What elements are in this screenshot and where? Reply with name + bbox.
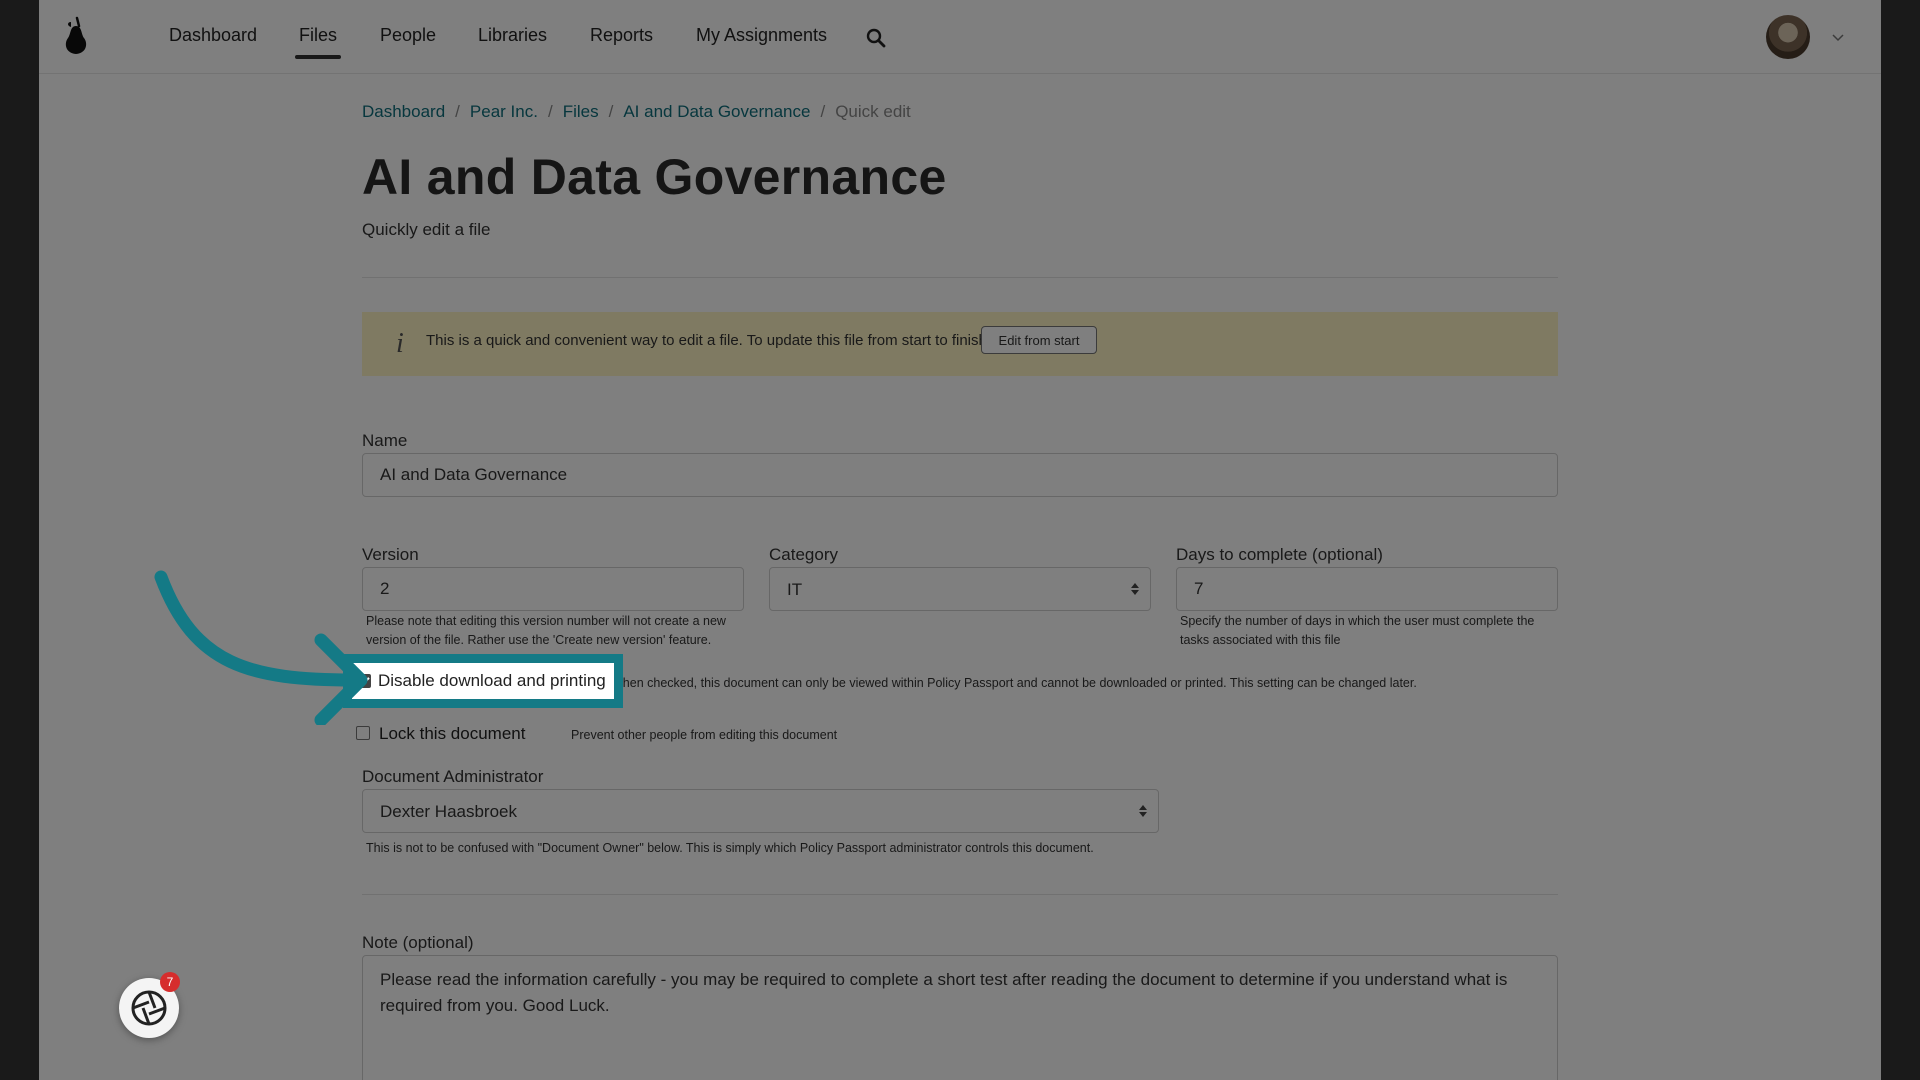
- note-label: Note (optional): [362, 933, 474, 952]
- breadcrumb-dashboard[interactable]: Dashboard: [362, 102, 445, 121]
- updown-arrows-icon: [1139, 805, 1147, 817]
- info-banner: i This is a quick and convenient way to …: [362, 312, 1558, 376]
- days-help-line: tasks associated with this file: [1180, 633, 1341, 647]
- notification-badge: 7: [160, 972, 180, 992]
- admin-value: Dexter Haasbroek: [380, 802, 518, 821]
- breadcrumb-separator: /: [455, 102, 460, 121]
- days-help-line: Specify the number of days in which the …: [1180, 614, 1535, 628]
- divider: [362, 277, 1558, 278]
- pointer-arrow-icon: [154, 570, 368, 725]
- divider: [362, 894, 1558, 895]
- nav-reports[interactable]: Reports: [590, 25, 653, 46]
- category-label: Category: [769, 545, 838, 564]
- breadcrumb: Dashboard / Pear Inc. / Files / AI and Data Go…: [362, 102, 911, 122]
- app-page: Dashboard Files People Libraries Reports…: [39, 0, 1881, 1080]
- breadcrumb-pear-inc[interactable]: Pear Inc.: [470, 102, 538, 121]
- breadcrumb-separator: /: [820, 102, 826, 121]
- lock-document-label[interactable]: Lock this document: [379, 724, 525, 744]
- admin-label: Document Administrator: [362, 767, 544, 786]
- days-label: Days to complete (optional): [1176, 545, 1383, 564]
- category-select[interactable]: IT: [769, 567, 1151, 611]
- version-label: Version: [362, 545, 419, 564]
- nav-dashboard[interactable]: Dashboard: [169, 25, 257, 46]
- lock-document-checkbox[interactable]: [356, 726, 370, 740]
- version-help: Please note that editing this version nu…: [366, 612, 726, 650]
- spotlight-inner: Disable download and printing: [352, 663, 614, 699]
- admin-help: This is not to be confused with "Documen…: [366, 841, 1094, 855]
- lock-document-help: Prevent other people from editing this d…: [571, 728, 838, 742]
- admin-select[interactable]: Dexter Haasbroek: [362, 789, 1159, 833]
- category-value: IT: [787, 580, 803, 599]
- nav-my-assignments[interactable]: My Assignments: [696, 25, 827, 46]
- nav-files[interactable]: Files: [294, 25, 342, 59]
- version-help-line: Please note that editing this version nu…: [366, 614, 726, 628]
- days-help: Specify the number of days in which the …: [1180, 612, 1534, 650]
- top-navigation: Dashboard Files People Libraries Reports…: [39, 0, 1881, 74]
- breadcrumb-separator: /: [547, 102, 553, 121]
- nav-libraries[interactable]: Libraries: [478, 25, 547, 46]
- info-icon: i: [396, 328, 404, 359]
- dim-overlay: [39, 0, 1881, 1080]
- chevron-down-icon[interactable]: [1831, 30, 1845, 44]
- version-help-line: version of the file. Rather use the 'Cre…: [366, 633, 712, 647]
- nav-people[interactable]: People: [380, 25, 436, 46]
- edit-from-start-button[interactable]: Edit from start: [981, 326, 1097, 354]
- disable-download-label[interactable]: Disable download and printing: [378, 671, 606, 691]
- note-textarea[interactable]: Please read the information carefully - …: [362, 955, 1558, 1080]
- days-input[interactable]: [1176, 567, 1558, 611]
- chat-widget-button[interactable]: 7: [119, 972, 180, 1038]
- version-input[interactable]: [362, 567, 744, 611]
- search-icon[interactable]: [864, 26, 888, 50]
- name-input[interactable]: [362, 453, 1558, 497]
- page-title: AI and Data Governance: [362, 149, 947, 205]
- breadcrumb-files[interactable]: Files: [563, 102, 599, 121]
- name-label: Name: [362, 431, 408, 450]
- breadcrumb-current: Quick edit: [835, 102, 911, 121]
- spotlight-highlight: Disable download and printing: [343, 654, 623, 708]
- pear-logo-icon[interactable]: [59, 16, 93, 56]
- info-text: This is a quick and convenient way to ed…: [426, 332, 987, 349]
- user-avatar[interactable]: [1766, 15, 1810, 59]
- page-subtitle: Quickly edit a file: [362, 220, 491, 239]
- disable-download-help: When checked, this document can only be …: [611, 676, 1417, 690]
- aperture-icon: [131, 990, 167, 1026]
- updown-arrows-icon: [1131, 583, 1139, 595]
- breadcrumb-file[interactable]: AI and Data Governance: [623, 102, 810, 121]
- breadcrumb-separator: /: [608, 102, 614, 121]
